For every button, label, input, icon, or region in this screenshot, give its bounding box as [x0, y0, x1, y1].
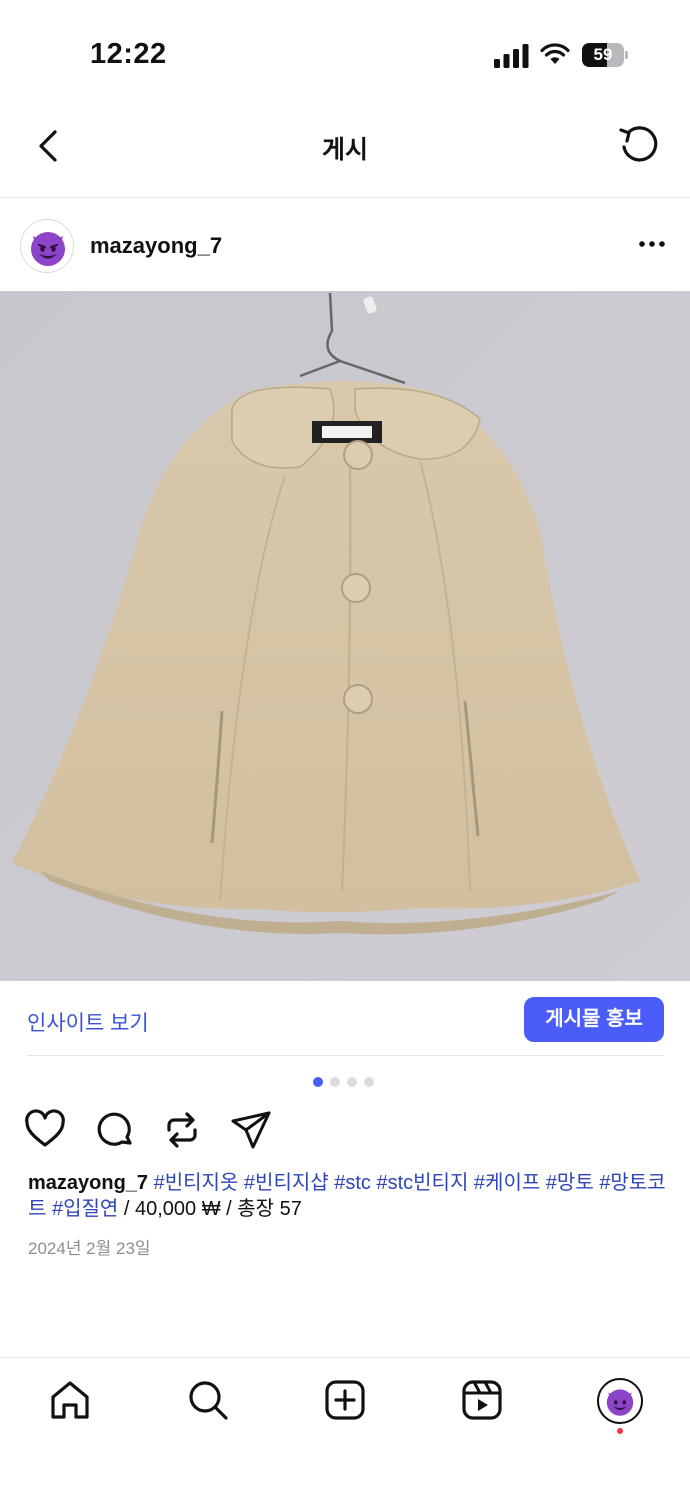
- top-header: 게시: [0, 100, 690, 198]
- post-photo[interactable]: [0, 291, 690, 981]
- hashtag-link[interactable]: #stc빈티지: [376, 1172, 468, 1194]
- post-date: 2024년 2월 23일: [28, 1239, 151, 1258]
- send-icon[interactable]: [229, 1108, 273, 1152]
- post-actions: [0, 1108, 690, 1154]
- page-title: 게시: [321, 136, 368, 164]
- beige-cape-coat-image: [0, 291, 690, 981]
- hashtag-link[interactable]: #망토: [546, 1172, 594, 1194]
- bottom-nav: [0, 1357, 690, 1500]
- profile-avatar[interactable]: [597, 1378, 643, 1424]
- reels-icon[interactable]: [460, 1378, 504, 1422]
- promote-post-button[interactable]: 게시물 홍보: [524, 997, 664, 1042]
- insight-row: 인사이트 보기 게시물 홍보: [0, 981, 690, 1057]
- cellular-signal-icon: [494, 44, 529, 68]
- divider: [27, 1055, 664, 1056]
- hashtag-link[interactable]: #빈티지옷: [154, 1172, 239, 1194]
- carousel-dot: [313, 1077, 323, 1087]
- notification-dot: [617, 1428, 623, 1434]
- more-horizontal-icon[interactable]: [632, 229, 672, 259]
- carousel-dot: [347, 1077, 357, 1087]
- hashtag-link[interactable]: #빈티지샵: [244, 1172, 329, 1194]
- smiling-devil-icon: [606, 1389, 634, 1416]
- caption-text: / 40,000 ₩ / 총장 57: [123, 1198, 302, 1220]
- status-bar: 12:22 59: [0, 0, 690, 100]
- status-time: 12:22: [90, 38, 167, 70]
- hashtag-link[interactable]: #케이프: [474, 1172, 540, 1194]
- battery-icon: 59: [582, 43, 628, 67]
- home-icon[interactable]: [48, 1378, 92, 1422]
- smiling-devil-icon: [31, 232, 65, 266]
- carousel-dot: [330, 1077, 340, 1087]
- search-icon[interactable]: [186, 1378, 230, 1422]
- post-caption: mazayong_7 #빈티지옷 #빈티지샵 #stc #stc빈티지 #케이프…: [28, 1170, 668, 1222]
- refresh-icon[interactable]: [614, 120, 664, 170]
- caption-username[interactable]: mazayong_7: [28, 1172, 148, 1194]
- hashtag-link[interactable]: #입질연: [52, 1198, 118, 1220]
- create-icon[interactable]: [323, 1378, 367, 1422]
- view-insights-link[interactable]: 인사이트 보기: [27, 1007, 149, 1037]
- hashtag-link[interactable]: #stc: [334, 1172, 371, 1194]
- heart-icon[interactable]: [23, 1108, 67, 1152]
- battery-percent: 59: [593, 45, 613, 64]
- wifi-icon: [540, 43, 570, 64]
- comment-icon[interactable]: [93, 1108, 137, 1152]
- post-header: mazayong_7: [0, 199, 690, 291]
- carousel-dot: [364, 1077, 374, 1087]
- post-username[interactable]: mazayong_7: [90, 233, 222, 259]
- avatar[interactable]: [20, 219, 74, 273]
- repost-icon[interactable]: [160, 1108, 204, 1152]
